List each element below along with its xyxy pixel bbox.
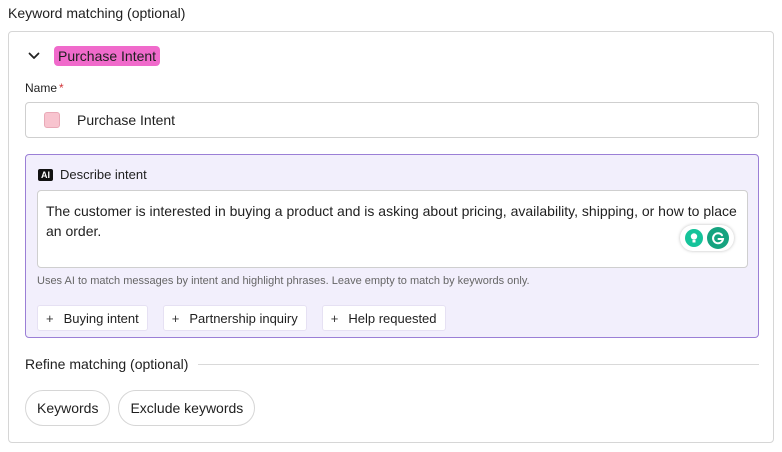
chip-label: Help requested [348,310,437,326]
divider [198,363,759,365]
suggestion-chip-partnership-inquiry[interactable]: + Partnership inquiry [162,305,307,331]
suggestion-chips: + Buying intent + Partnership inquiry + … [37,305,446,331]
exclude-keywords-button[interactable]: Exclude keywords [118,390,256,426]
name-label: Name * [25,81,64,95]
refine-matching-header: Refine matching (optional) [25,356,759,372]
required-mark: * [59,81,64,95]
chevron-down-icon[interactable] [27,49,41,63]
chip-label: Partnership inquiry [189,310,298,326]
grammarly-widget[interactable] [680,225,734,251]
chip-label: Buying intent [63,310,139,326]
lightbulb-icon[interactable] [685,229,703,247]
keywords-button[interactable]: Keywords [25,390,111,426]
ai-badge-icon: AI [38,168,53,181]
intent-textarea[interactable]: The customer is interested in buying a p… [37,190,748,268]
name-label-text: Name [25,81,58,95]
section-title: Keyword matching (optional) [8,5,186,21]
name-input[interactable]: Purchase Intent [25,102,759,138]
plus-icon: + [171,310,180,326]
name-value: Purchase Intent [77,112,176,128]
refine-matching-title: Refine matching (optional) [25,356,189,372]
suggestion-chip-help-requested[interactable]: + Help requested [321,305,446,331]
color-swatch[interactable] [44,112,60,128]
intent-text: The customer is interested in buying a p… [46,203,737,239]
suggestion-chip-buying-intent[interactable]: + Buying intent [37,305,148,331]
ai-hint-text: Uses AI to match messages by intent and … [37,275,530,287]
ai-header: AI Describe intent [38,167,147,182]
plus-icon: + [330,310,339,326]
refine-buttons: Keywords Exclude keywords [25,390,256,426]
group-header[interactable]: Purchase Intent [27,46,161,66]
plus-icon: + [46,310,54,326]
describe-intent-label: Describe intent [60,167,147,182]
ai-intent-box: AI Describe intent The customer is inter… [25,154,759,338]
group-tag: Purchase Intent [54,46,161,66]
grammarly-icon[interactable] [707,227,729,249]
intent-group-card: Purchase Intent Name * Purchase Intent AI… [8,31,774,443]
